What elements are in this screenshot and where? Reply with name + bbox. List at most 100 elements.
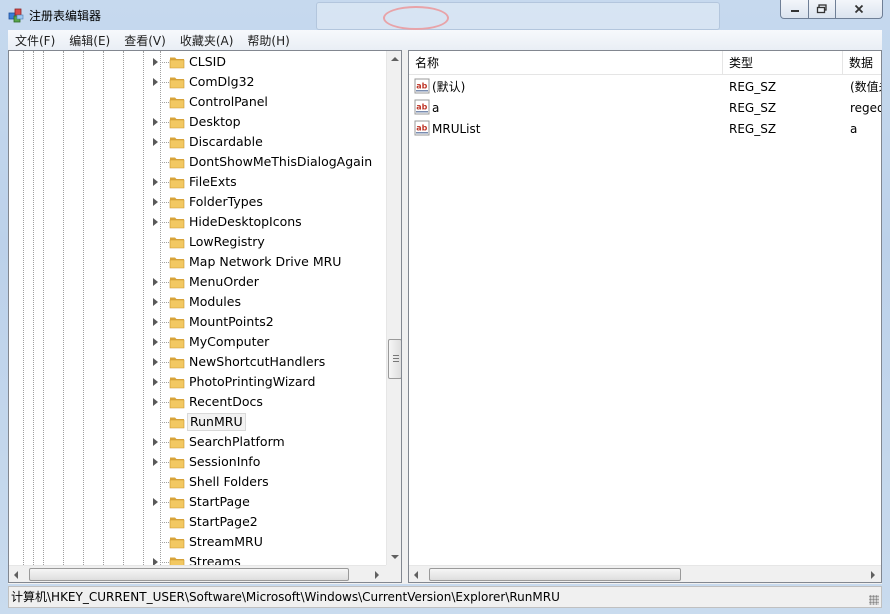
scroll-left-arrow-icon[interactable]: [14, 571, 18, 579]
tree-item[interactable]: NewShortcutHandlers: [9, 352, 385, 372]
tree-item[interactable]: Modules: [9, 292, 385, 312]
tree-item[interactable]: ControlPanel: [9, 92, 385, 112]
tree-item[interactable]: Desktop: [9, 112, 385, 132]
scroll-right-arrow-icon[interactable]: [871, 571, 875, 579]
tree-item[interactable]: Map Network Drive MRU: [9, 252, 385, 272]
tree-connector: [160, 242, 169, 243]
list-item[interactable]: ab (默认) REG_SZ (数值未设置): [409, 76, 881, 97]
expand-arrow-icon[interactable]: [153, 118, 158, 126]
tree-item[interactable]: StreamMRU: [9, 532, 385, 552]
tree-vscroll-thumb[interactable]: [388, 339, 401, 379]
scroll-up-arrow-icon[interactable]: [391, 57, 399, 61]
folder-icon: [169, 114, 185, 130]
column-header-type[interactable]: 类型: [723, 51, 843, 75]
tree-item[interactable]: Streams: [9, 552, 385, 565]
folder-icon: [169, 494, 185, 510]
tree-connector: [160, 342, 169, 343]
tree-item-label: StartPage: [189, 494, 250, 509]
expand-arrow-icon[interactable]: [153, 138, 158, 146]
list-horizontal-scrollbar[interactable]: [409, 565, 881, 582]
scroll-down-arrow-icon[interactable]: [391, 555, 399, 559]
menu-favorites[interactable]: 收藏夹(A): [173, 32, 241, 49]
tree-item[interactable]: Discardable: [9, 132, 385, 152]
menu-edit[interactable]: 编辑(E): [62, 32, 117, 49]
tree-item[interactable]: HideDesktopIcons: [9, 212, 385, 232]
tree-item[interactable]: SearchPlatform: [9, 432, 385, 452]
folder-icon: [169, 54, 185, 70]
folder-icon: [169, 294, 185, 310]
expand-arrow-icon[interactable]: [153, 198, 158, 206]
scroll-right-arrow-icon[interactable]: [375, 571, 379, 579]
tree-hscroll-thumb[interactable]: [29, 568, 349, 581]
expand-arrow-icon[interactable]: [153, 58, 158, 66]
expand-arrow-icon[interactable]: [153, 438, 158, 446]
tree-item[interactable]: SessionInfo: [9, 452, 385, 472]
tree-connector: [160, 362, 169, 363]
svg-text:ab: ab: [416, 103, 427, 112]
tree-connector: [160, 502, 169, 503]
tree-item[interactable]: RunMRU: [9, 412, 385, 432]
expand-arrow-icon[interactable]: [153, 498, 158, 506]
expand-arrow-icon[interactable]: [153, 298, 158, 306]
tree-item[interactable]: ComDlg32: [9, 72, 385, 92]
tree-item[interactable]: PhotoPrintingWizard: [9, 372, 385, 392]
expand-arrow-icon[interactable]: [153, 358, 158, 366]
folder-icon: [169, 394, 185, 410]
tree-item[interactable]: MyComputer: [9, 332, 385, 352]
expand-arrow-icon[interactable]: [153, 398, 158, 406]
expand-arrow-icon[interactable]: [153, 278, 158, 286]
maximize-button[interactable]: [808, 0, 836, 19]
menu-help[interactable]: 帮助(H): [240, 32, 296, 49]
column-header-name[interactable]: 名称: [409, 51, 723, 75]
tree-horizontal-scrollbar[interactable]: [9, 565, 386, 582]
expand-arrow-icon[interactable]: [153, 338, 158, 346]
folder-icon: [169, 74, 185, 90]
title-bar[interactable]: 注册表编辑器: [0, 0, 890, 30]
close-button[interactable]: [835, 0, 883, 19]
tree-item-label: CLSID: [189, 54, 226, 69]
scroll-left-arrow-icon[interactable]: [414, 571, 418, 579]
key-tree[interactable]: CLSID ComDlg32 ControlPanel Desktop Discarda…: [8, 50, 402, 583]
tree-item-label: MyComputer: [189, 334, 270, 349]
tree-item[interactable]: Shell Folders: [9, 472, 385, 492]
tree-item[interactable]: DontShowMeThisDialogAgain: [9, 152, 385, 172]
tree-vertical-scrollbar[interactable]: [386, 51, 401, 565]
column-header-data[interactable]: 数据: [843, 51, 881, 75]
string-value-icon: ab: [414, 99, 430, 115]
string-value-icon: ab: [414, 120, 430, 136]
tree-item[interactable]: MenuOrder: [9, 272, 385, 292]
menu-file[interactable]: 文件(F): [8, 32, 62, 49]
string-value-icon: ab: [414, 78, 430, 94]
tree-item-label: RunMRU: [187, 413, 246, 431]
expand-arrow-icon[interactable]: [153, 318, 158, 326]
expand-arrow-icon[interactable]: [153, 78, 158, 86]
tree-item[interactable]: FileExts: [9, 172, 385, 192]
tree-connector: [160, 482, 169, 483]
menu-view[interactable]: 查看(V): [117, 32, 173, 49]
resize-grip-icon[interactable]: [869, 595, 879, 605]
tree-item[interactable]: MountPoints2: [9, 312, 385, 332]
expand-arrow-icon[interactable]: [153, 218, 158, 226]
value-list[interactable]: 名称 类型 数据 ab(默认)REG_SZ(数值未设置)abaREG_SZreg…: [408, 50, 882, 583]
folder-icon: [169, 194, 185, 210]
minimize-button[interactable]: [780, 0, 809, 19]
value-name: (默认): [432, 80, 466, 94]
list-item[interactable]: ab MRUList REG_SZ a: [409, 118, 881, 139]
list-item[interactable]: aba REG_SZ regedit: [409, 97, 881, 118]
tree-connector: [160, 402, 169, 403]
expand-arrow-icon[interactable]: [153, 178, 158, 186]
expand-arrow-icon[interactable]: [153, 558, 158, 565]
expand-arrow-icon[interactable]: [153, 378, 158, 386]
folder-icon: [169, 554, 185, 565]
expand-arrow-icon[interactable]: [153, 458, 158, 466]
value-type: REG_SZ: [729, 122, 777, 136]
tree-connector: [160, 122, 169, 123]
list-hscroll-thumb[interactable]: [429, 568, 681, 581]
tree-item[interactable]: CLSID: [9, 52, 385, 72]
tree-item[interactable]: StartPage: [9, 492, 385, 512]
tree-item-label: Map Network Drive MRU: [189, 254, 342, 269]
tree-item[interactable]: FolderTypes: [9, 192, 385, 212]
tree-item[interactable]: LowRegistry: [9, 232, 385, 252]
tree-item[interactable]: StartPage2: [9, 512, 385, 532]
tree-item[interactable]: RecentDocs: [9, 392, 385, 412]
